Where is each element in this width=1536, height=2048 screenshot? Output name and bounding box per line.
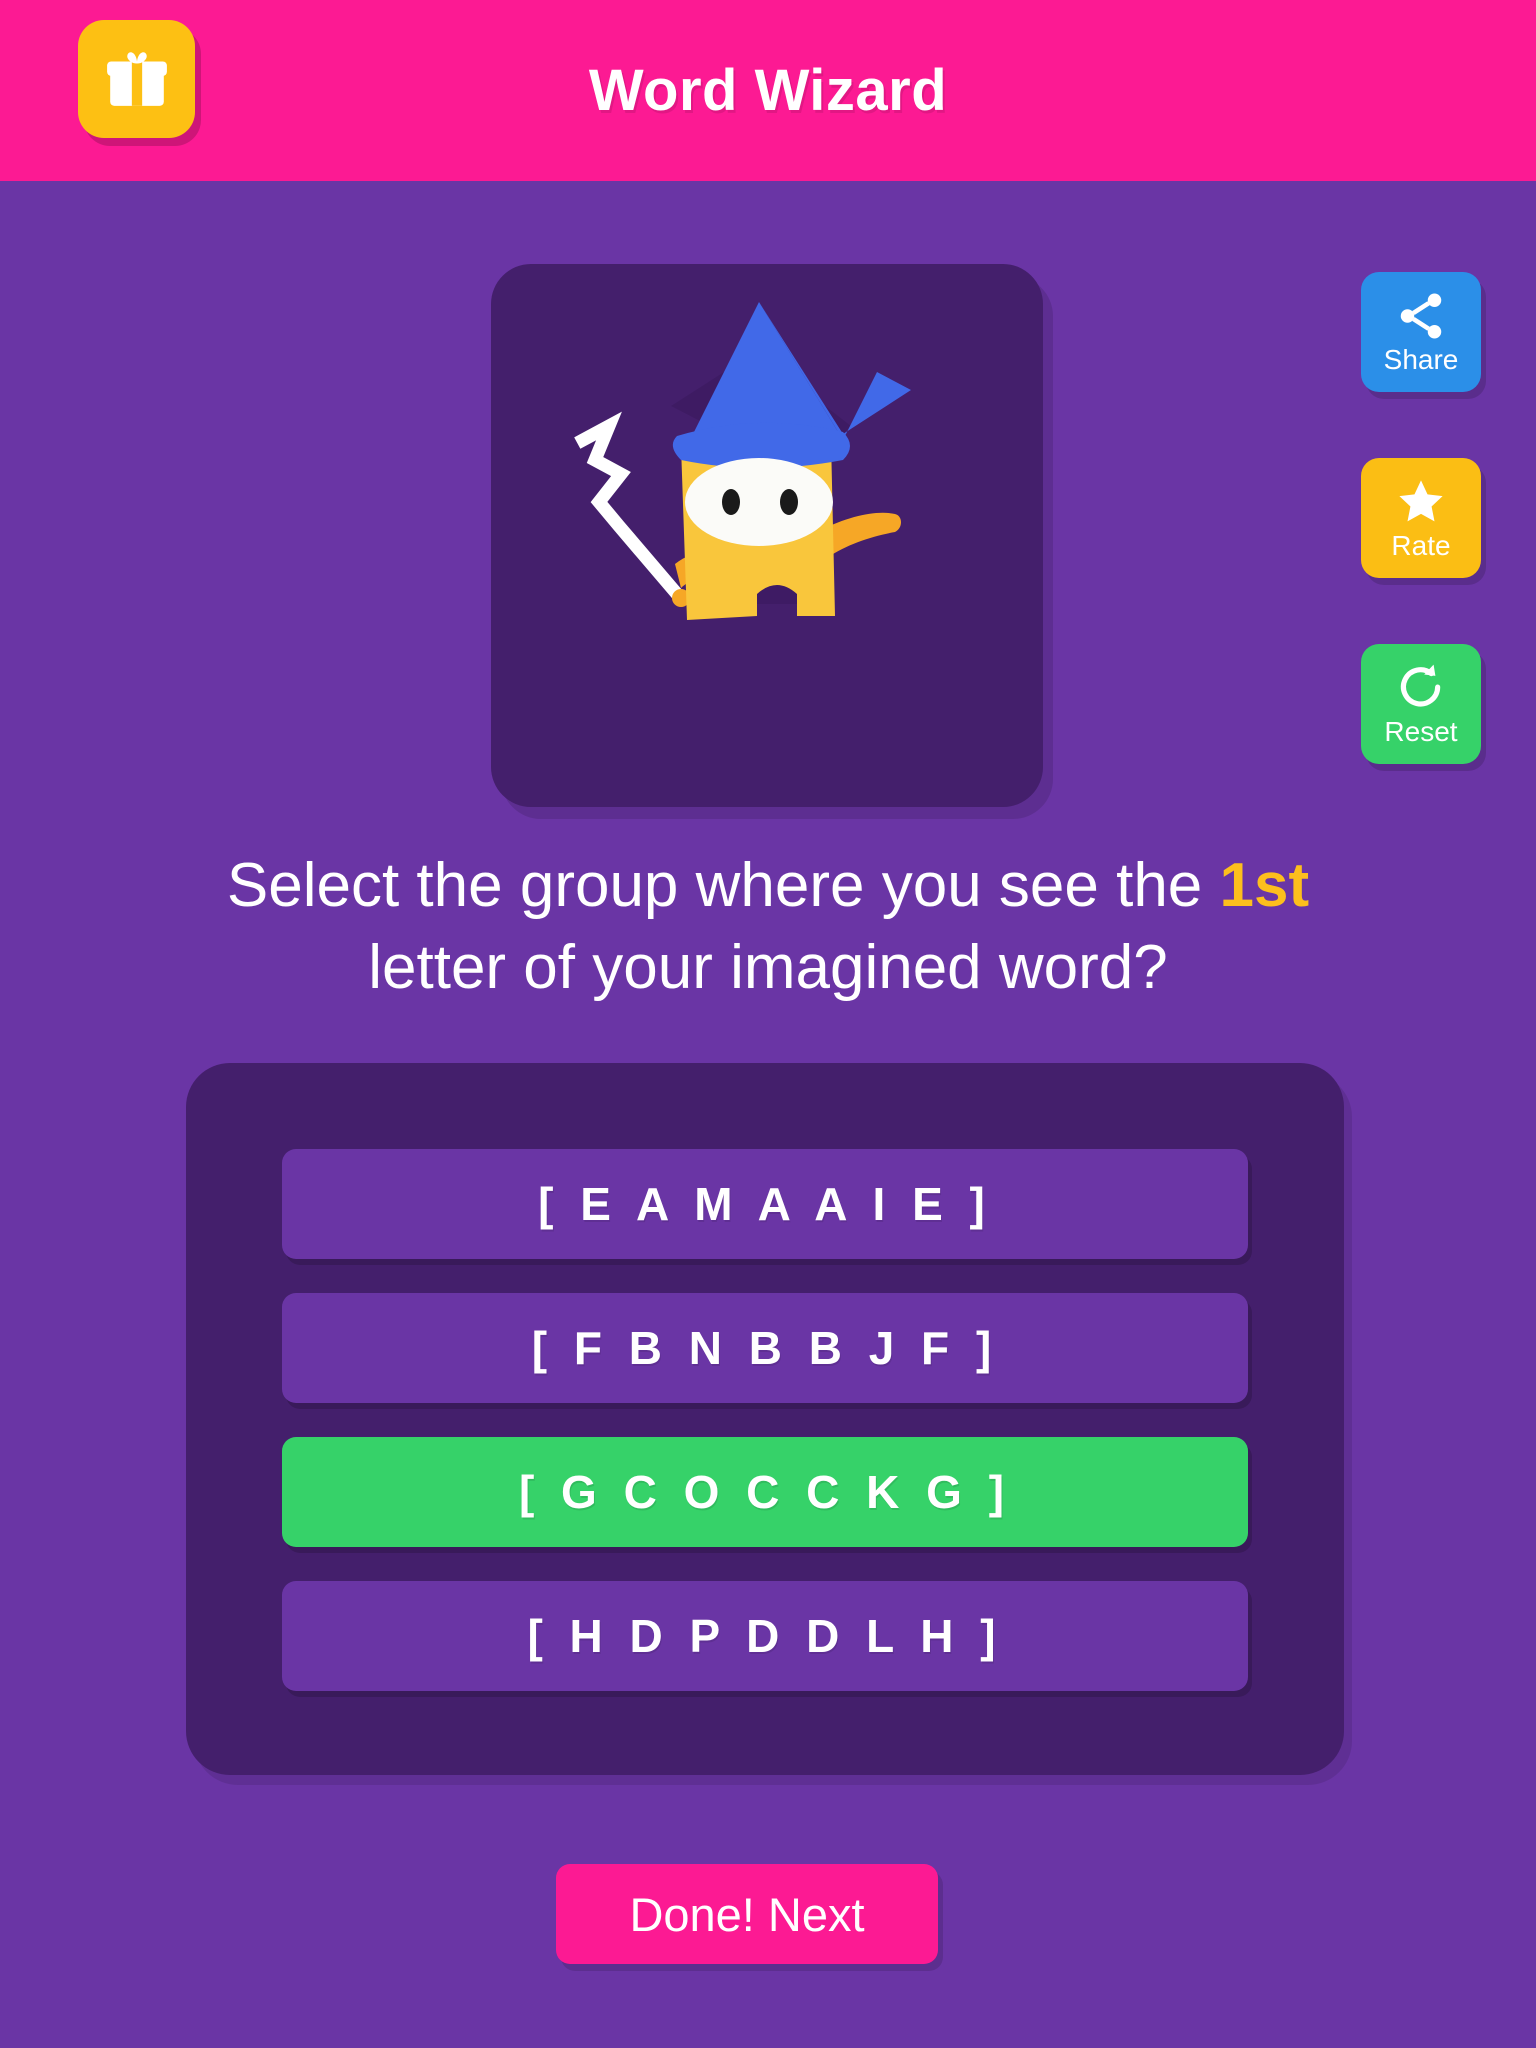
star-icon <box>1394 475 1448 531</box>
app-root: Word Wizard Share Rate Reset Select the … <box>0 0 1536 2048</box>
option-label: [ F B N B B J F ] <box>531 1322 999 1374</box>
gift-button[interactable] <box>78 20 195 138</box>
share-button[interactable]: Share <box>1361 272 1481 392</box>
question-part-1: Select the group where you see the <box>226 851 1220 920</box>
rate-button[interactable]: Rate <box>1361 458 1481 578</box>
option-label: [ G C O C C K G ] <box>518 1466 1012 1518</box>
rate-button-label: Rate <box>1391 530 1451 561</box>
option-label: [ E A M A A I E ] <box>538 1178 992 1230</box>
app-header: Word Wizard <box>0 0 1536 181</box>
gift-icon <box>104 46 170 112</box>
done-next-button[interactable]: Done! Next <box>556 1864 938 1964</box>
share-icon <box>1394 289 1448 345</box>
options-panel: [ E A M A A I E ] [ F B N B B J F ] [ G … <box>186 1063 1344 1775</box>
option-row-3[interactable]: [ G C O C C K G ] <box>282 1437 1248 1547</box>
question-part-2: letter of your imagined word? <box>368 933 1168 1002</box>
option-row-4[interactable]: [ H D P D D L H ] <box>282 1581 1248 1691</box>
side-action-buttons: Share Rate Reset <box>1361 272 1481 830</box>
option-row-1[interactable]: [ E A M A A I E ] <box>282 1149 1248 1259</box>
refresh-icon <box>1394 661 1448 717</box>
option-row-2[interactable]: [ F B N B B J F ] <box>282 1293 1248 1403</box>
question-highlight: 1st <box>1219 851 1310 920</box>
question-prompt: Select the group where you see the 1st l… <box>90 845 1446 1009</box>
reset-button-label: Reset <box>1384 716 1458 747</box>
option-label: [ H D P D D L H ] <box>527 1610 1003 1662</box>
page-title: Word Wizard <box>588 58 948 123</box>
wizard-illustration-card <box>491 264 1043 807</box>
share-button-label: Share <box>1383 344 1459 375</box>
reset-button[interactable]: Reset <box>1361 644 1481 764</box>
